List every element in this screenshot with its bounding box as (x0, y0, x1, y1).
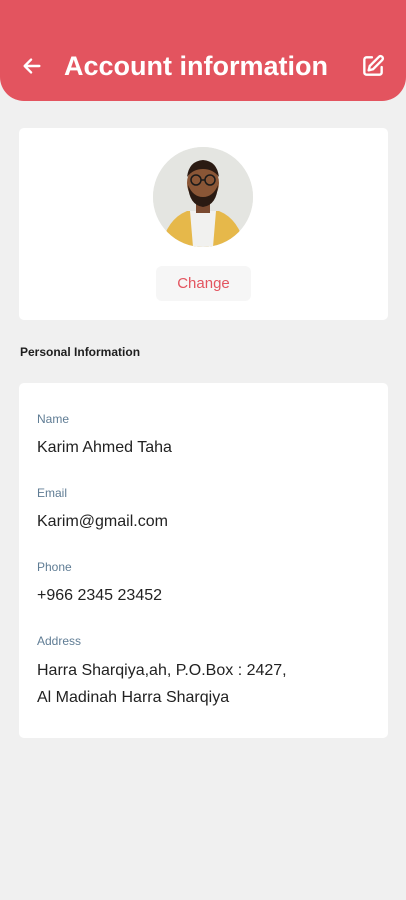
edit-icon (363, 55, 384, 76)
phone-value: +966 2345 23452 (37, 587, 163, 604)
avatar (153, 147, 253, 247)
profile-photo (153, 147, 253, 247)
phone-label: Phone (37, 560, 72, 574)
address-line-1: Harra Sharqiya,ah, P.O.Box : 2427, (37, 662, 287, 679)
email-label: Email (37, 486, 68, 500)
edit-button[interactable] (359, 52, 387, 80)
page-title: Account information (64, 51, 328, 81)
address-line-2: Al Madinah Harra Sharqiya (37, 689, 230, 706)
address-label: Address (37, 634, 82, 648)
app-bar: Account information (0, 0, 406, 101)
personal-information-heading: Personal Information (20, 345, 141, 359)
change-photo-button[interactable]: Change (156, 266, 251, 301)
name-label: Name (37, 412, 70, 426)
name-value: Karim Ahmed Taha (37, 439, 172, 456)
email-value: Karim@gmail.com (37, 513, 168, 530)
back-button[interactable] (19, 53, 45, 79)
arrow-left-icon (23, 58, 41, 74)
